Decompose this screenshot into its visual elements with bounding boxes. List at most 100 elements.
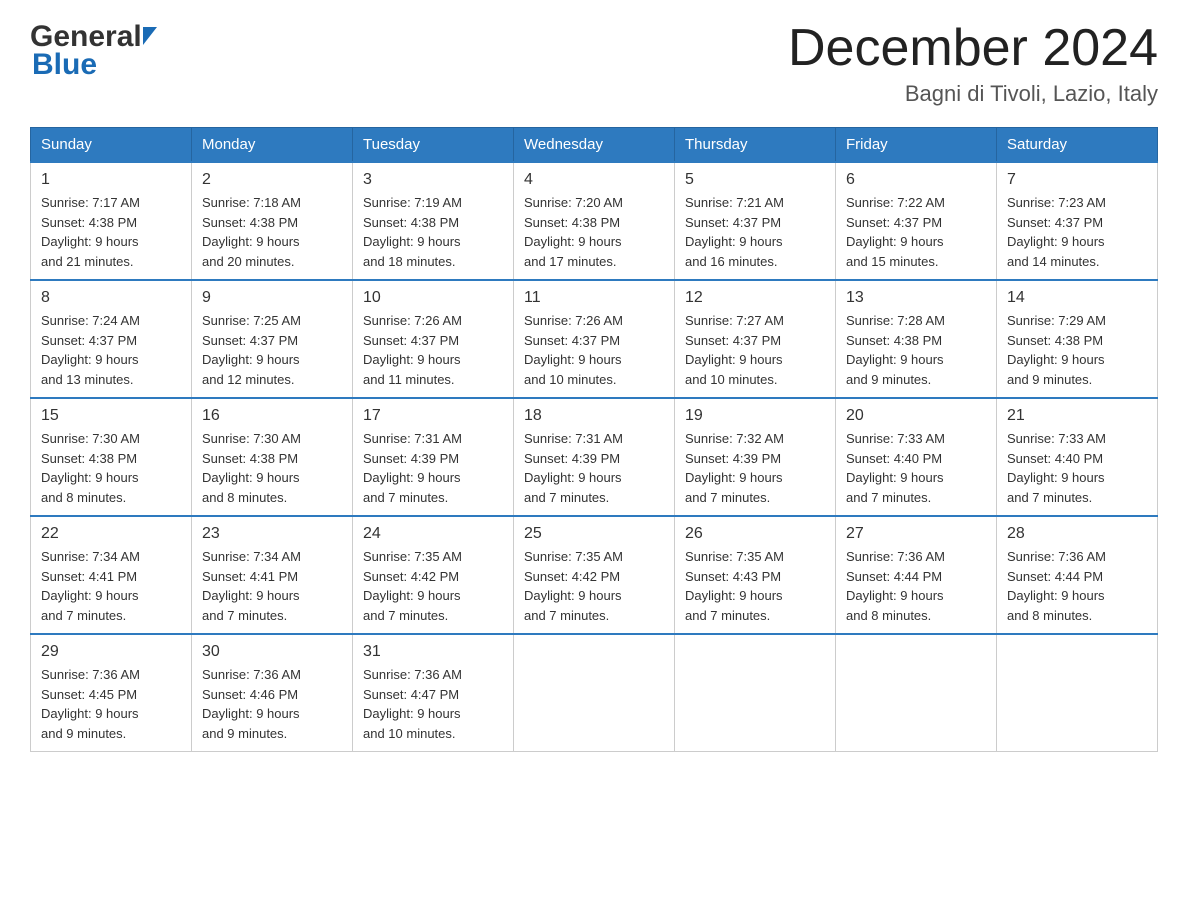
header-monday: Monday bbox=[192, 128, 353, 163]
day-info: Sunrise: 7:28 AMSunset: 4:38 PMDaylight:… bbox=[846, 311, 986, 389]
logo: General Blue bbox=[30, 20, 157, 82]
table-row: 27Sunrise: 7:36 AMSunset: 4:44 PMDayligh… bbox=[836, 516, 997, 634]
day-number: 13 bbox=[846, 289, 986, 307]
title-section: December 2024 Bagni di Tivoli, Lazio, It… bbox=[788, 20, 1158, 107]
day-info: Sunrise: 7:18 AMSunset: 4:38 PMDaylight:… bbox=[202, 193, 342, 271]
day-info: Sunrise: 7:34 AMSunset: 4:41 PMDaylight:… bbox=[41, 547, 181, 625]
day-info: Sunrise: 7:36 AMSunset: 4:46 PMDaylight:… bbox=[202, 665, 342, 743]
day-info: Sunrise: 7:24 AMSunset: 4:37 PMDaylight:… bbox=[41, 311, 181, 389]
day-info: Sunrise: 7:20 AMSunset: 4:38 PMDaylight:… bbox=[524, 193, 664, 271]
header-saturday: Saturday bbox=[997, 128, 1158, 163]
table-row: 20 Sunrise: 7:33 AMSunset: 4:40 PMDayligh… bbox=[836, 398, 997, 516]
day-number: 22 bbox=[41, 525, 181, 543]
table-row: 16Sunrise: 7:30 AMSunset: 4:38 PMDayligh… bbox=[192, 398, 353, 516]
day-number: 19 bbox=[685, 407, 825, 425]
table-row: 14 Sunrise: 7:29 AMSunset: 4:38 PMDayligh… bbox=[997, 280, 1158, 398]
day-number: 24 bbox=[363, 525, 503, 543]
table-row: 24 Sunrise: 7:35 AMSunset: 4:42 PMDayligh… bbox=[353, 516, 514, 634]
day-number: 10 bbox=[363, 289, 503, 307]
day-info: Sunrise: 7:36 AMSunset: 4:44 PMDaylight:… bbox=[1007, 547, 1147, 625]
header-thursday: Thursday bbox=[675, 128, 836, 163]
table-row: 26 Sunrise: 7:35 AMSunset: 4:43 PMDayligh… bbox=[675, 516, 836, 634]
day-number: 2 bbox=[202, 171, 342, 189]
table-row: 19 Sunrise: 7:32 AMSunset: 4:39 PMDayligh… bbox=[675, 398, 836, 516]
table-row: 6Sunrise: 7:22 AMSunset: 4:37 PMDaylight… bbox=[836, 162, 997, 280]
day-info: Sunrise: 7:31 AMSunset: 4:39 PMDaylight:… bbox=[363, 429, 503, 507]
table-row: 7Sunrise: 7:23 AMSunset: 4:37 PMDaylight… bbox=[997, 162, 1158, 280]
day-info: Sunrise: 7:26 AMSunset: 4:37 PMDaylight:… bbox=[524, 311, 664, 389]
day-info: Sunrise: 7:25 AMSunset: 4:37 PMDaylight:… bbox=[202, 311, 342, 389]
day-number: 6 bbox=[846, 171, 986, 189]
table-row: 4Sunrise: 7:20 AMSunset: 4:38 PMDaylight… bbox=[514, 162, 675, 280]
logo-line2: Blue bbox=[32, 48, 157, 82]
day-number: 3 bbox=[363, 171, 503, 189]
day-info: Sunrise: 7:35 AMSunset: 4:42 PMDaylight:… bbox=[363, 547, 503, 625]
table-row: 9 Sunrise: 7:25 AMSunset: 4:37 PMDaylight… bbox=[192, 280, 353, 398]
day-info: Sunrise: 7:30 AMSunset: 4:38 PMDaylight:… bbox=[202, 429, 342, 507]
header-tuesday: Tuesday bbox=[353, 128, 514, 163]
table-row: 22 Sunrise: 7:34 AMSunset: 4:41 PMDayligh… bbox=[31, 516, 192, 634]
table-row bbox=[675, 634, 836, 752]
header-row: SundayMondayTuesdayWednesdayThursdayFrid… bbox=[31, 128, 1158, 163]
day-number: 27 bbox=[846, 525, 986, 543]
day-number: 12 bbox=[685, 289, 825, 307]
header-friday: Friday bbox=[836, 128, 997, 163]
day-info: Sunrise: 7:21 AMSunset: 4:37 PMDaylight:… bbox=[685, 193, 825, 271]
day-number: 31 bbox=[363, 643, 503, 661]
month-title: December 2024 bbox=[788, 20, 1158, 77]
table-row: 12Sunrise: 7:27 AMSunset: 4:37 PMDayligh… bbox=[675, 280, 836, 398]
table-row: 13 Sunrise: 7:28 AMSunset: 4:38 PMDayligh… bbox=[836, 280, 997, 398]
day-info: Sunrise: 7:36 AMSunset: 4:47 PMDaylight:… bbox=[363, 665, 503, 743]
table-row: 8Sunrise: 7:24 AMSunset: 4:37 PMDaylight… bbox=[31, 280, 192, 398]
table-row: 10 Sunrise: 7:26 AMSunset: 4:37 PMDayligh… bbox=[353, 280, 514, 398]
day-info: Sunrise: 7:35 AMSunset: 4:42 PMDaylight:… bbox=[524, 547, 664, 625]
day-info: Sunrise: 7:19 AMSunset: 4:38 PMDaylight:… bbox=[363, 193, 503, 271]
table-row: 29Sunrise: 7:36 AMSunset: 4:45 PMDayligh… bbox=[31, 634, 192, 752]
day-number: 20 bbox=[846, 407, 986, 425]
calendar-table: SundayMondayTuesdayWednesdayThursdayFrid… bbox=[30, 127, 1158, 752]
table-row: 1Sunrise: 7:17 AMSunset: 4:38 PMDaylight… bbox=[31, 162, 192, 280]
week-row-4: 22 Sunrise: 7:34 AMSunset: 4:41 PMDayligh… bbox=[31, 516, 1158, 634]
day-info: Sunrise: 7:33 AMSunset: 4:40 PMDaylight:… bbox=[846, 429, 986, 507]
week-row-2: 8Sunrise: 7:24 AMSunset: 4:37 PMDaylight… bbox=[31, 280, 1158, 398]
day-number: 17 bbox=[363, 407, 503, 425]
day-number: 14 bbox=[1007, 289, 1147, 307]
page-header: General Blue December 2024 Bagni di Tivo… bbox=[30, 20, 1158, 107]
table-row: 3 Sunrise: 7:19 AMSunset: 4:38 PMDaylight… bbox=[353, 162, 514, 280]
table-row: 18 Sunrise: 7:31 AMSunset: 4:39 PMDayligh… bbox=[514, 398, 675, 516]
table-row: 30Sunrise: 7:36 AMSunset: 4:46 PMDayligh… bbox=[192, 634, 353, 752]
table-row: 31 Sunrise: 7:36 AMSunset: 4:47 PMDayligh… bbox=[353, 634, 514, 752]
day-number: 21 bbox=[1007, 407, 1147, 425]
day-number: 29 bbox=[41, 643, 181, 661]
day-info: Sunrise: 7:17 AMSunset: 4:38 PMDaylight:… bbox=[41, 193, 181, 271]
week-row-5: 29Sunrise: 7:36 AMSunset: 4:45 PMDayligh… bbox=[31, 634, 1158, 752]
table-row: 25 Sunrise: 7:35 AMSunset: 4:42 PMDayligh… bbox=[514, 516, 675, 634]
day-number: 11 bbox=[524, 289, 664, 307]
table-row: 28Sunrise: 7:36 AMSunset: 4:44 PMDayligh… bbox=[997, 516, 1158, 634]
day-info: Sunrise: 7:29 AMSunset: 4:38 PMDaylight:… bbox=[1007, 311, 1147, 389]
table-row: 21 Sunrise: 7:33 AMSunset: 4:40 PMDayligh… bbox=[997, 398, 1158, 516]
table-row bbox=[836, 634, 997, 752]
table-row: 2 Sunrise: 7:18 AMSunset: 4:38 PMDaylight… bbox=[192, 162, 353, 280]
day-info: Sunrise: 7:35 AMSunset: 4:43 PMDaylight:… bbox=[685, 547, 825, 625]
day-number: 26 bbox=[685, 525, 825, 543]
location-title: Bagni di Tivoli, Lazio, Italy bbox=[788, 81, 1158, 107]
week-row-1: 1Sunrise: 7:17 AMSunset: 4:38 PMDaylight… bbox=[31, 162, 1158, 280]
day-info: Sunrise: 7:26 AMSunset: 4:37 PMDaylight:… bbox=[363, 311, 503, 389]
day-number: 7 bbox=[1007, 171, 1147, 189]
day-number: 18 bbox=[524, 407, 664, 425]
table-row: 5Sunrise: 7:21 AMSunset: 4:37 PMDaylight… bbox=[675, 162, 836, 280]
table-row: 23Sunrise: 7:34 AMSunset: 4:41 PMDayligh… bbox=[192, 516, 353, 634]
day-info: Sunrise: 7:30 AMSunset: 4:38 PMDaylight:… bbox=[41, 429, 181, 507]
week-row-3: 15Sunrise: 7:30 AMSunset: 4:38 PMDayligh… bbox=[31, 398, 1158, 516]
day-info: Sunrise: 7:32 AMSunset: 4:39 PMDaylight:… bbox=[685, 429, 825, 507]
day-number: 23 bbox=[202, 525, 342, 543]
table-row: 15Sunrise: 7:30 AMSunset: 4:38 PMDayligh… bbox=[31, 398, 192, 516]
table-row bbox=[514, 634, 675, 752]
table-row: 11 Sunrise: 7:26 AMSunset: 4:37 PMDayligh… bbox=[514, 280, 675, 398]
day-number: 9 bbox=[202, 289, 342, 307]
day-info: Sunrise: 7:31 AMSunset: 4:39 PMDaylight:… bbox=[524, 429, 664, 507]
table-row bbox=[997, 634, 1158, 752]
day-number: 25 bbox=[524, 525, 664, 543]
day-info: Sunrise: 7:33 AMSunset: 4:40 PMDaylight:… bbox=[1007, 429, 1147, 507]
